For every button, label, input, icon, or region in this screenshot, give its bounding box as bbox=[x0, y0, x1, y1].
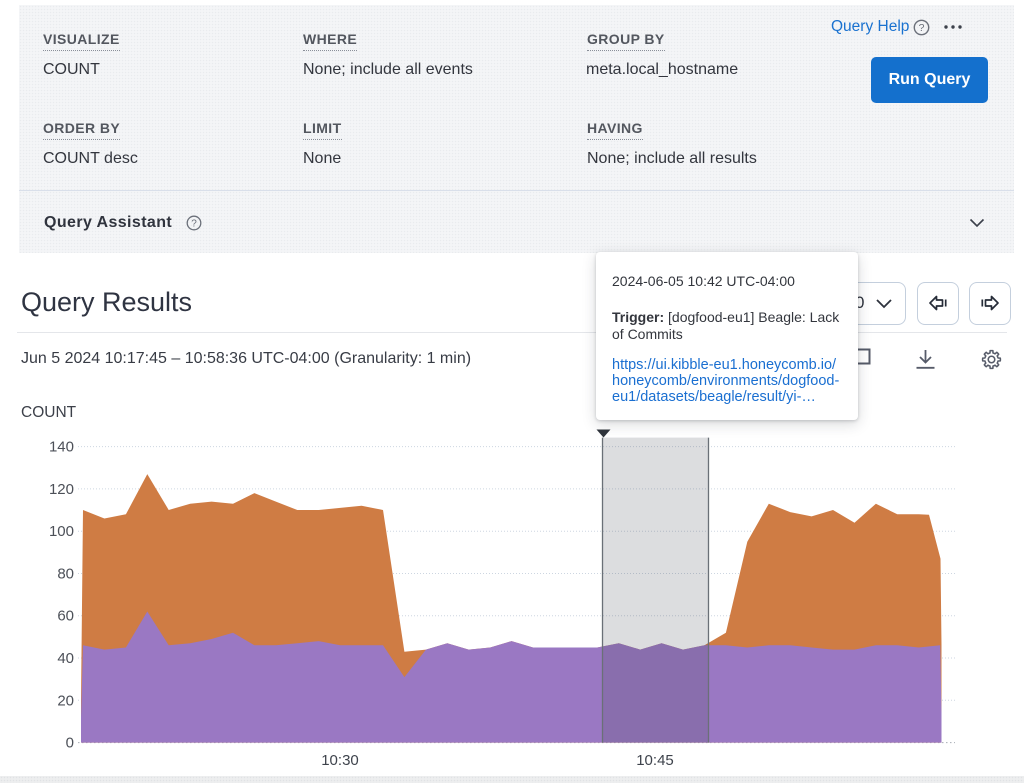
svg-text:10:30: 10:30 bbox=[321, 752, 359, 769]
svg-text:?: ? bbox=[191, 218, 197, 229]
svg-text:60: 60 bbox=[57, 608, 74, 625]
svg-text:120: 120 bbox=[49, 481, 74, 498]
svg-text:100: 100 bbox=[49, 523, 74, 540]
svg-text:80: 80 bbox=[57, 566, 74, 583]
svg-text:40: 40 bbox=[57, 650, 74, 667]
svg-text:20: 20 bbox=[57, 692, 74, 709]
svg-text:140: 140 bbox=[49, 439, 74, 456]
svg-text:0: 0 bbox=[66, 735, 74, 752]
svg-text:10:45: 10:45 bbox=[636, 752, 674, 769]
svg-text:?: ? bbox=[919, 22, 925, 34]
